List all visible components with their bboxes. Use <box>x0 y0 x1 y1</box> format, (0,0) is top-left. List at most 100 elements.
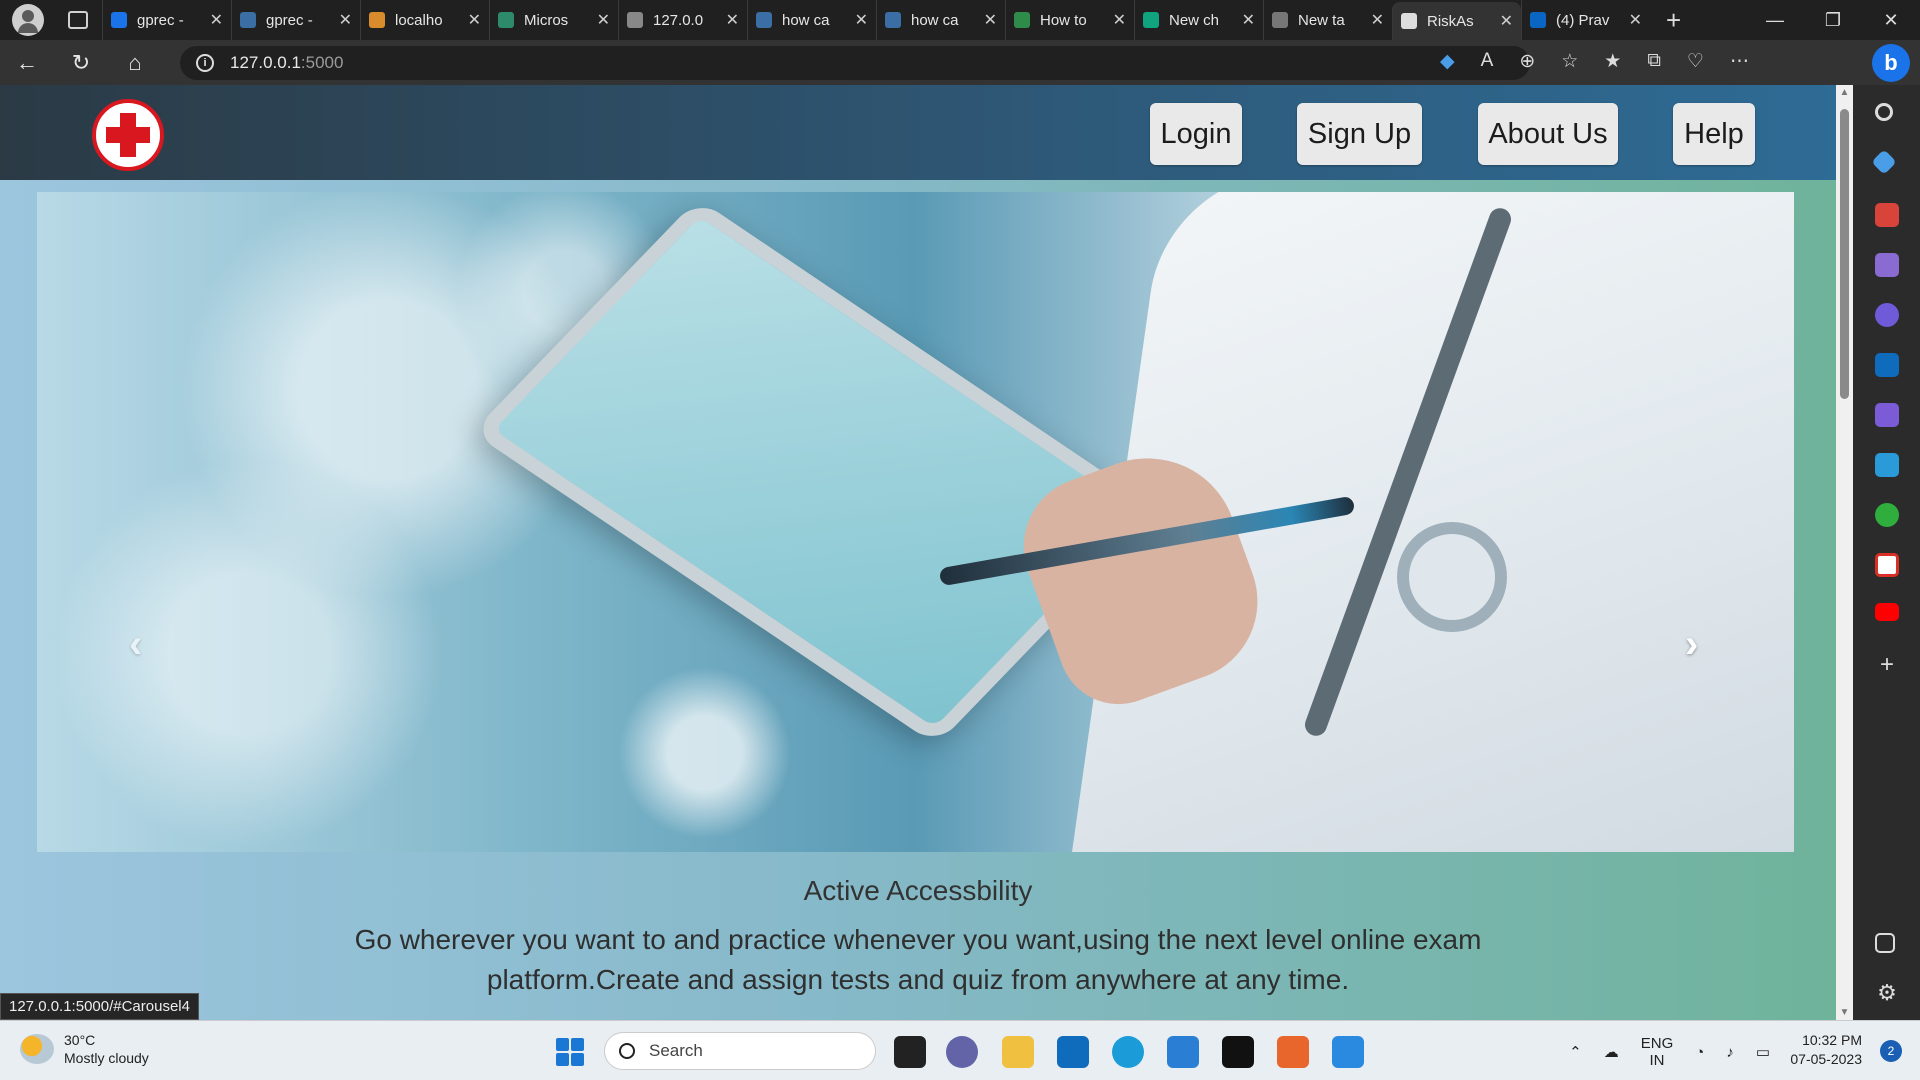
gmail-icon[interactable] <box>1875 553 1899 577</box>
add-sidebar-app-icon[interactable]: + <box>1875 653 1899 677</box>
browser-tab-strip: gprec - ✕ gprec - ✕ localho ✕ Micros ✕ 127.0.0 ✕ h… <box>0 0 1920 40</box>
windows-taskbar: 30°C Mostly cloudy Search ⌃ ☁ ENG IN ◔ ♪… <box>0 1020 1920 1080</box>
browser-tab[interactable]: gprec - ✕ <box>231 0 360 40</box>
language-bottom[interactable]: IN <box>1641 1052 1674 1069</box>
tab-title: New ch <box>1169 11 1220 29</box>
browser-tab[interactable]: RiskAs ✕ <box>1392 2 1521 40</box>
new-tab-button[interactable]: + <box>1666 5 1681 36</box>
scroll-down-icon[interactable]: ▼ <box>1836 1007 1853 1018</box>
close-window-icon[interactable]: ✕ <box>1862 10 1920 31</box>
windows-start-icon[interactable] <box>556 1038 584 1066</box>
tab-favicon-icon <box>1401 13 1417 29</box>
browser-tab[interactable]: gprec - ✕ <box>102 0 231 40</box>
tab-actions-icon[interactable] <box>68 11 88 29</box>
battery-icon[interactable]: ▭ <box>1756 1043 1770 1061</box>
ms-store-icon[interactable] <box>1057 1036 1089 1068</box>
status-bar-link: 127.0.0.1:5000/#Carousel4 <box>0 993 199 1020</box>
tree-icon[interactable] <box>1875 503 1899 527</box>
signup-button[interactable]: Sign Up <box>1297 103 1422 165</box>
telegram-icon[interactable] <box>1875 453 1899 477</box>
bing-copilot-icon[interactable]: b <box>1872 44 1910 82</box>
taskbar-search[interactable]: Search <box>604 1032 876 1070</box>
more-menu-icon[interactable]: ⋯ <box>1730 50 1749 73</box>
tab-title: 127.0.0 <box>653 11 704 29</box>
weather-widget[interactable]: 30°C Mostly cloudy <box>20 1031 149 1067</box>
designer-icon[interactable] <box>1875 403 1899 427</box>
settings-gear-icon[interactable]: ⚙ <box>1875 981 1899 1005</box>
onedrive-icon[interactable]: ☁ <box>1604 1043 1619 1061</box>
tab-title: How to <box>1040 11 1087 29</box>
vscode-icon[interactable] <box>1332 1036 1364 1068</box>
tab-close-icon[interactable]: ✕ <box>1113 10 1126 30</box>
tab-close-icon[interactable]: ✕ <box>1242 10 1255 30</box>
tab-close-icon[interactable]: ✕ <box>726 10 739 30</box>
url-field[interactable]: i 127.0.0.1:5000 <box>180 46 1530 80</box>
notepad-icon[interactable] <box>1167 1036 1199 1068</box>
postman-icon[interactable] <box>1277 1036 1309 1068</box>
file-explorer-icon[interactable] <box>1002 1036 1034 1068</box>
restore-icon[interactable]: ❐ <box>1804 10 1862 31</box>
browser-tab[interactable]: (4) Prav ✕ <box>1521 0 1650 40</box>
browser-tab[interactable]: how ca ✕ <box>747 0 876 40</box>
shopping-tag-icon[interactable] <box>1871 149 1897 175</box>
tools-icon[interactable] <box>1875 203 1899 227</box>
favorites-icon[interactable]: ★ <box>1604 50 1621 73</box>
tab-favicon-icon <box>627 12 643 28</box>
address-bar-icons: ◆ A ⊕ ☆ ★ ⧉ ♡ ⋯ <box>1440 50 1749 73</box>
login-button[interactable]: Login <box>1150 103 1242 165</box>
coupon-tag-icon[interactable]: ◆ <box>1440 50 1455 73</box>
browser-tab[interactable]: How to ✕ <box>1005 0 1134 40</box>
tab-close-icon[interactable]: ✕ <box>1629 10 1642 30</box>
collections-icon[interactable]: ⧉ <box>1647 50 1661 73</box>
browser-tab[interactable]: localho ✕ <box>360 0 489 40</box>
browser-tab[interactable]: New ta ✕ <box>1263 0 1392 40</box>
edge-browser-icon[interactable] <box>1112 1036 1144 1068</box>
tab-close-icon[interactable]: ✕ <box>597 10 610 30</box>
red-cross-logo-icon[interactable] <box>92 99 164 171</box>
scrollbar-thumb[interactable] <box>1840 109 1849 399</box>
youtube-icon[interactable] <box>1875 603 1899 621</box>
language-top[interactable]: ENG <box>1641 1035 1674 1052</box>
show-hidden-icons-icon[interactable]: ⌃ <box>1569 1043 1582 1061</box>
outlook-icon[interactable] <box>1875 353 1899 377</box>
tab-close-icon[interactable]: ✕ <box>984 10 997 30</box>
browser-tab[interactable]: New ch ✕ <box>1134 0 1263 40</box>
tab-close-icon[interactable]: ✕ <box>339 10 352 30</box>
task-view-icon[interactable] <box>894 1036 926 1068</box>
tab-close-icon[interactable]: ✕ <box>210 10 223 30</box>
notification-badge[interactable]: 2 <box>1880 1040 1902 1062</box>
search-icon[interactable] <box>1875 103 1893 121</box>
site-info-icon[interactable]: i <box>196 54 214 72</box>
zoom-icon[interactable]: ⊕ <box>1519 50 1535 73</box>
add-favorite-icon[interactable]: ☆ <box>1561 50 1578 73</box>
tab-close-icon[interactable]: ✕ <box>1500 11 1513 31</box>
minimize-icon[interactable]: — <box>1746 10 1804 31</box>
home-icon[interactable]: ⌂ <box>108 50 162 76</box>
copilot-icon[interactable] <box>1875 303 1899 327</box>
browser-tab[interactable]: Micros ✕ <box>489 0 618 40</box>
browser-tab[interactable]: 127.0.0 ✕ <box>618 0 747 40</box>
tab-close-icon[interactable]: ✕ <box>1371 10 1384 30</box>
read-aloud-icon[interactable]: A <box>1481 50 1494 73</box>
tab-close-icon[interactable]: ✕ <box>855 10 868 30</box>
hide-sidebar-icon[interactable] <box>1875 933 1895 953</box>
wifi-icon[interactable]: ◔ <box>1695 1044 1704 1061</box>
pycharm-icon[interactable] <box>1222 1036 1254 1068</box>
games-icon[interactable] <box>1875 253 1899 277</box>
about-us-button[interactable]: About Us <box>1478 103 1618 165</box>
back-icon[interactable]: ← <box>0 50 54 76</box>
partly-cloudy-icon <box>20 1034 54 1064</box>
volume-icon[interactable]: ♪ <box>1726 1044 1734 1061</box>
browser-tab[interactable]: how ca ✕ <box>876 0 1005 40</box>
help-button[interactable]: Help <box>1673 103 1755 165</box>
carousel-next-icon[interactable]: › <box>1685 622 1698 667</box>
performance-icon[interactable]: ♡ <box>1687 50 1704 73</box>
scroll-up-icon[interactable]: ▲ <box>1836 87 1853 98</box>
tab-close-icon[interactable]: ✕ <box>468 10 481 30</box>
refresh-icon[interactable]: ↻ <box>54 50 108 76</box>
profile-avatar-icon[interactable] <box>12 4 44 36</box>
system-clock[interactable]: 10:32 PM 07-05-2023 <box>1790 1031 1862 1069</box>
teams-chat-icon[interactable] <box>946 1036 978 1068</box>
page-scrollbar[interactable]: ▲ ▼ <box>1836 85 1853 1020</box>
carousel-prev-icon[interactable]: ‹ <box>129 622 142 667</box>
